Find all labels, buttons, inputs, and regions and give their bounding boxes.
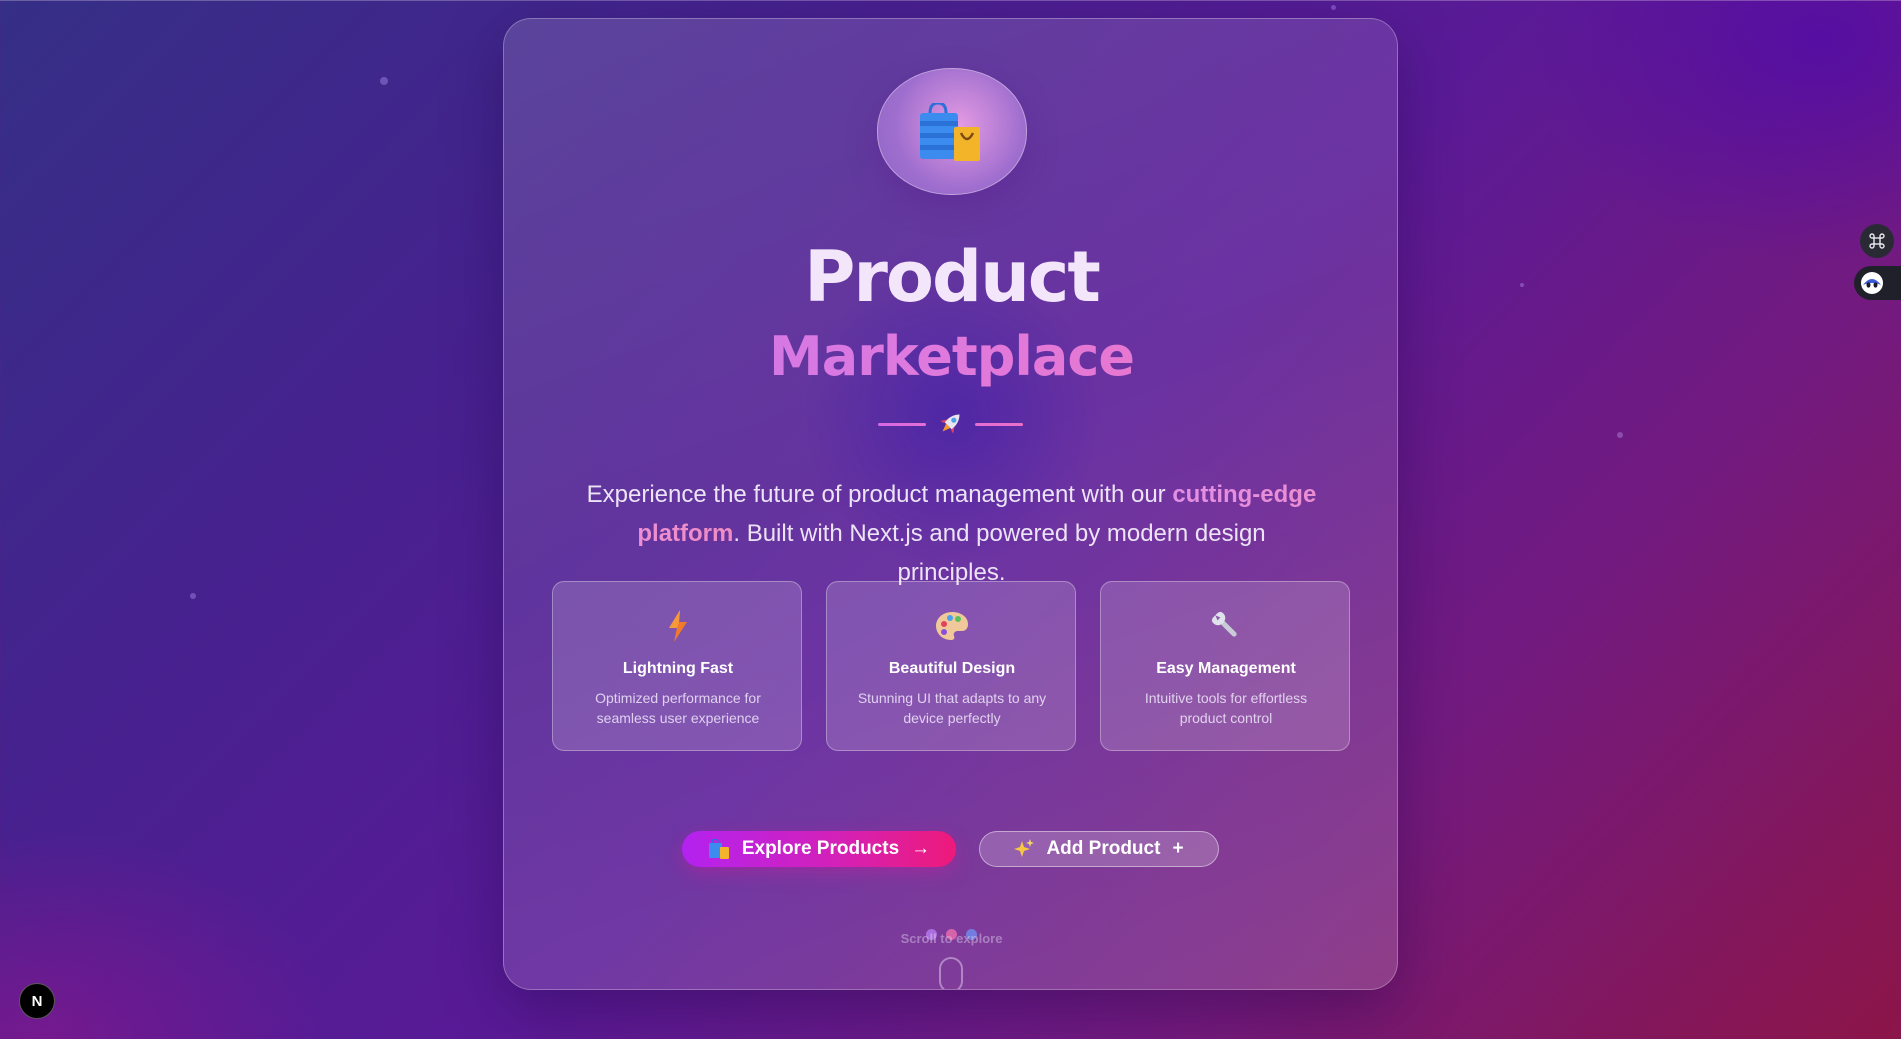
feature-title: Beautiful Design xyxy=(888,660,1016,677)
scroll-hint: Scroll to explore xyxy=(900,931,1003,946)
background-particle xyxy=(380,77,388,85)
feature-title: Easy Management xyxy=(1156,660,1296,677)
wrench-icon xyxy=(1206,608,1246,644)
add-product-button[interactable]: Add Product + xyxy=(979,831,1219,867)
logo-bubble xyxy=(877,68,1027,195)
feature-card-beautiful-design: Beautiful Design Stunning UI that adapts… xyxy=(826,581,1076,751)
palette-icon xyxy=(932,608,972,644)
shopping-bags-icon xyxy=(920,103,980,161)
rocket-icon xyxy=(940,414,960,434)
feature-card-easy-management: Easy Management Intuitive tools for effo… xyxy=(1100,581,1350,751)
background-particle xyxy=(190,593,196,599)
explore-products-label: Explore Products xyxy=(741,838,900,859)
top-edge-line xyxy=(0,0,1901,1)
add-product-label: Add Product xyxy=(1046,838,1161,859)
feature-description: Intuitive tools for effortless product c… xyxy=(1144,690,1308,726)
scroll-mouse-icon xyxy=(939,957,963,989)
plus-icon: + xyxy=(1172,838,1184,859)
page-title: Product xyxy=(804,236,1101,318)
arrow-right-icon: → xyxy=(911,838,931,859)
divider-line-right xyxy=(975,423,1023,426)
feature-title: Lightning Fast xyxy=(622,660,734,677)
command-icon[interactable] xyxy=(1860,224,1894,258)
explore-products-button[interactable]: Explore Products → xyxy=(682,831,956,867)
lightning-icon xyxy=(658,608,698,644)
background-particle xyxy=(1520,283,1524,287)
page-subtitle: Marketplace xyxy=(504,324,1397,390)
assistant-tab[interactable] xyxy=(1854,266,1901,300)
feature-description: Optimized performance for seamless user … xyxy=(595,690,761,726)
hero-tagline: Experience the future of product managem… xyxy=(584,475,1319,592)
background-particle xyxy=(1331,5,1336,10)
background-particle xyxy=(1617,432,1623,438)
robot-face-icon xyxy=(1861,272,1883,294)
nextjs-dev-badge[interactable]: N xyxy=(19,983,55,1019)
tagline-text-end: . Built with Next.js and powered by mode… xyxy=(733,520,1266,586)
feature-description: Stunning UI that adapts to any device pe… xyxy=(857,690,1047,726)
tagline-text-start: Experience the future of product managem… xyxy=(586,481,1173,508)
feature-card-lightning-fast: Lightning Fast Optimized performance for… xyxy=(552,581,802,751)
shopping-bags-icon xyxy=(708,839,729,859)
divider-line-left xyxy=(878,423,926,426)
sparkles-icon xyxy=(1014,839,1035,857)
hero-card: Product Marketplace Experience the futur… xyxy=(503,18,1398,990)
title-divider xyxy=(504,414,1397,434)
